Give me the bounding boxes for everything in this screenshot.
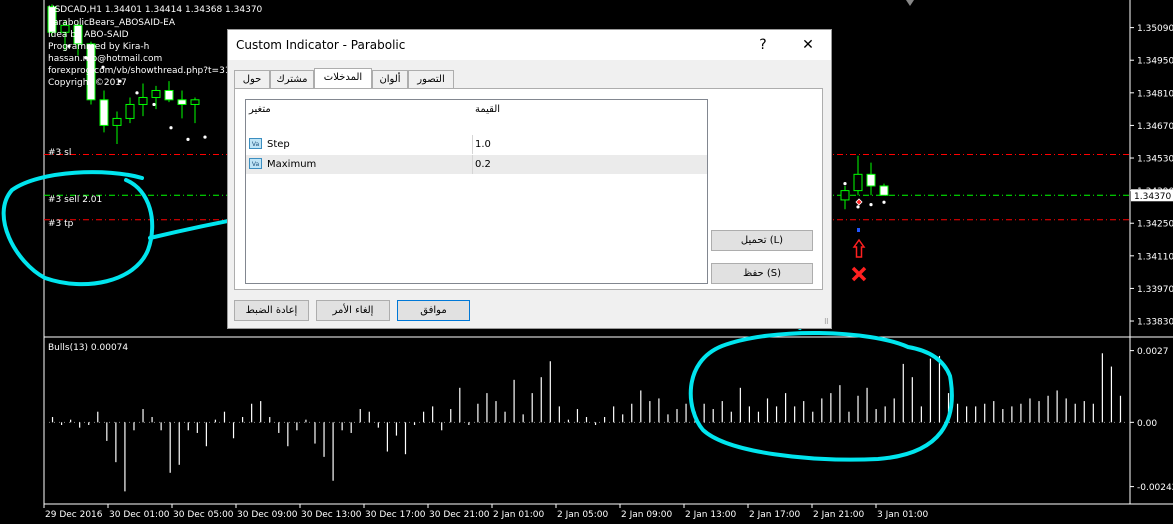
column-separator [472,135,473,154]
current-price-label: 1.34370 [1134,192,1171,202]
line-label-tp: #3 tp [48,219,74,229]
param-name-maximum: Maximum [267,159,317,170]
chart-shift-marker [906,0,914,6]
price-tick-label: 1.34110 [1137,252,1173,262]
tab-colors[interactable]: ألوان [372,70,408,88]
bear-candle [866,173,876,187]
price-tick-label: 1.34250 [1137,220,1173,230]
chart-title: USDCAD,H1 1.34401 1.34414 1.34368 1.3437… [48,5,263,15]
entry-diamond-icon [855,198,863,206]
param-value-step[interactable]: 1.0 [475,135,491,154]
time-tick-label: 30 Dec 13:00 [301,510,362,520]
sar-dot [869,202,873,207]
bear-candle [164,89,174,101]
tab-about[interactable]: حول [234,70,270,88]
tab-common[interactable]: مشترك [270,70,314,88]
info-line-email: hassan.mb@hotmail.com [48,54,163,64]
sar-dot [152,102,156,107]
subwindow-title: Bulls(13) 0.00074 [48,343,129,353]
price-tick-label: 1.33970 [1137,285,1173,295]
time-tick-label: 3 Jan 01:00 [877,510,929,520]
save-button[interactable]: حفظ (S) [711,263,813,284]
variable-icon: Va [249,138,262,149]
bear-candle [879,185,889,196]
resize-grip-icon[interactable]: ⠿ [824,318,829,326]
custom-indicator-dialog: Custom Indicator - Parabolic ? ✕ حول مشت… [227,29,832,329]
cancel-button[interactable]: إلغاء الأمر [316,300,390,321]
time-tick-label: 30 Dec 09:00 [237,510,298,520]
ok-button[interactable]: موافق [397,300,470,321]
info-line-programmer: Programmed by Kira-h [48,42,150,52]
price-tick-label: 1.35090 [1137,24,1173,34]
sell-arrow-icon [852,238,866,258]
sub-tick-label: -0.00242 [1137,483,1173,493]
sar-dot [203,135,207,139]
time-tick-label: 30 Dec 17:00 [365,510,426,520]
time-tick-label: 2 Jan 13:00 [685,510,737,520]
param-name-step: Step [267,139,290,150]
line-label-sell: #3 sell 2.01 [48,195,103,205]
param-row-step[interactable]: Va Step 1.0 [246,135,707,154]
signal-dash [857,228,860,232]
line-label-sl: #3 sl [48,148,72,158]
header-variable: متغير [249,104,271,115]
annotation-circle-left [1,170,155,287]
price-tick-label: 1.34670 [1137,122,1173,132]
time-tick-label: 2 Jan 17:00 [749,510,801,520]
tab-visualization[interactable]: التصور [408,70,454,88]
inputs-panel: متغير القيمة Va Step 1.0 Va Maximum 0.2 … [234,88,823,290]
sar-dot [856,205,860,209]
price-tick-label: 1.34950 [1137,57,1173,67]
reset-button[interactable]: إعادة الضبط [234,300,309,321]
sar-dot [169,126,173,130]
bull-candle [138,96,148,105]
dialog-titlebar[interactable]: Custom Indicator - Parabolic ? ✕ [228,30,831,60]
parameters-grid: متغير القيمة Va Step 1.0 Va Maximum 0.2 [245,99,708,284]
sell-signal [851,198,867,282]
help-button[interactable]: ? [746,30,780,60]
bull-candle [853,173,863,192]
bear-candle [177,99,187,105]
sub-tick-label: 0.00 [1137,419,1157,429]
time-tick-label: 29 Dec 2016 [45,510,103,520]
bull-candle [125,103,135,119]
price-tick-label: 1.34810 [1137,89,1173,99]
grid-header: متغير القيمة [246,100,707,119]
time-tick-label: 2 Jan 01:00 [493,510,545,520]
sar-dot [843,182,847,186]
info-line-url: forexprog.com/vb/showthread.php?t=31536 [48,66,248,76]
load-button[interactable]: تحميل (L) [711,230,813,251]
tab-inputs[interactable]: المدخلات [314,68,372,89]
info-line-ea-name: ParabolicBears_ABOSAID-EA [48,18,176,28]
time-tick-label: 2 Jan 05:00 [557,510,609,520]
cross-icon [851,266,867,282]
header-value: القيمة [475,104,501,115]
bull-candle [840,190,850,201]
close-button[interactable]: ✕ [791,30,825,60]
info-line-idea: Idea by ABO-SAID [48,30,129,40]
time-tick-label: 30 Dec 21:00 [429,510,490,520]
sar-dot [186,137,190,141]
bull-candle [112,117,122,126]
price-tick-label: 1.33830 [1137,318,1173,328]
sar-dot [882,200,886,204]
time-tick-label: 30 Dec 01:00 [109,510,170,520]
variable-icon: Va [249,158,262,169]
param-value-maximum[interactable]: 0.2 [475,155,491,174]
bull-candle [190,99,200,105]
dialog-title: Custom Indicator - Parabolic [236,38,406,52]
info-line-copyright: Copyright ©2017 [48,78,127,88]
bear-candle [99,99,109,126]
price-tick-label: 1.34530 [1137,155,1173,165]
column-separator [472,155,473,174]
time-tick-label: 2 Jan 21:00 [813,510,865,520]
bull-candle [151,89,161,98]
param-row-maximum[interactable]: Va Maximum 0.2 [246,155,707,174]
time-tick-label: 30 Dec 05:00 [173,510,234,520]
sar-dot [135,91,139,95]
time-tick-label: 2 Jan 09:00 [621,510,673,520]
sub-tick-label: 0.0027 [1137,347,1169,357]
